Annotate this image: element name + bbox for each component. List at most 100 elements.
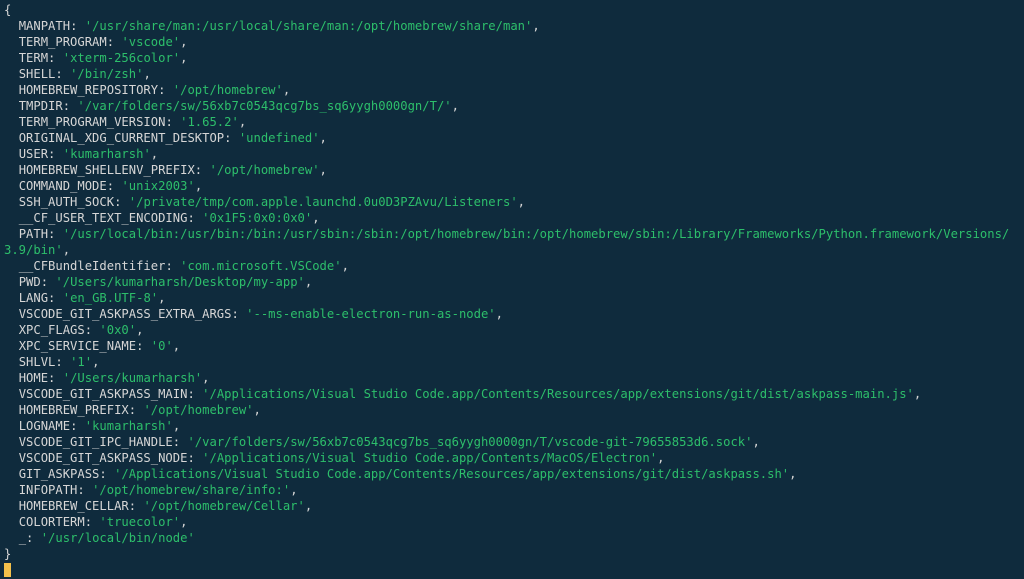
colon-sep: : bbox=[187, 451, 202, 465]
colon-sep: : bbox=[136, 339, 151, 353]
env-key: MANPATH bbox=[19, 19, 70, 33]
env-key: HOMEBREW_REPOSITORY bbox=[19, 83, 158, 97]
env-key: SHLVL bbox=[19, 355, 56, 369]
env-key: LANG bbox=[19, 291, 48, 305]
env-value: '1.65.2' bbox=[180, 115, 239, 129]
comma: , bbox=[320, 131, 327, 145]
comma: , bbox=[202, 371, 209, 385]
env-value: 'en_GB.UTF-8' bbox=[63, 291, 158, 305]
env-value: '/Applications/Visual Studio Code.app/Co… bbox=[202, 451, 657, 465]
env-value: '/usr/local/bin/node' bbox=[41, 531, 195, 545]
env-value: '0x0' bbox=[99, 323, 136, 337]
env-key: HOMEBREW_SHELLENV_PREFIX bbox=[19, 163, 195, 177]
colon-sep: : bbox=[129, 499, 144, 513]
env-key: PATH bbox=[19, 227, 48, 241]
colon-sep: : bbox=[231, 307, 246, 321]
comma: , bbox=[752, 435, 759, 449]
colon-sep: : bbox=[48, 227, 63, 241]
colon-sep: : bbox=[26, 531, 41, 545]
comma: , bbox=[290, 483, 297, 497]
env-value: '--ms-enable-electron-run-as-node' bbox=[246, 307, 495, 321]
env-value: '/opt/homebrew/Cellar' bbox=[143, 499, 304, 513]
env-value: '/opt/homebrew' bbox=[173, 83, 283, 97]
env-key: TERM bbox=[19, 51, 48, 65]
env-key: TERM_PROGRAM_VERSION bbox=[19, 115, 166, 129]
env-key: GIT_ASKPASS bbox=[19, 467, 100, 481]
env-key: ORIGINAL_XDG_CURRENT_DESKTOP bbox=[19, 131, 224, 145]
env-key: __CF_USER_TEXT_ENCODING bbox=[19, 211, 188, 225]
env-value: '/var/folders/sw/56xb7c0543qcg7bs_sq6yyg… bbox=[187, 435, 752, 449]
colon-sep: : bbox=[165, 259, 180, 273]
comma: , bbox=[254, 403, 261, 417]
env-value: '/opt/homebrew' bbox=[143, 403, 253, 417]
colon-sep: : bbox=[129, 403, 144, 417]
env-value: '0x1F5:0x0:0x0' bbox=[202, 211, 312, 225]
comma: , bbox=[136, 323, 143, 337]
env-key: SHELL bbox=[19, 67, 56, 81]
colon-sep: : bbox=[48, 51, 63, 65]
colon-sep: : bbox=[41, 275, 56, 289]
comma: , bbox=[305, 499, 312, 513]
comma: , bbox=[195, 179, 202, 193]
close-brace: } bbox=[4, 547, 11, 561]
env-entries-block: MANPATH: '/usr/share/man:/usr/local/shar… bbox=[4, 19, 1009, 545]
comma: , bbox=[342, 259, 349, 273]
comma: , bbox=[180, 515, 187, 529]
colon-sep: : bbox=[48, 147, 63, 161]
env-value: '/bin/zsh' bbox=[70, 67, 143, 81]
cursor-icon bbox=[4, 563, 11, 577]
env-key: PWD bbox=[19, 275, 41, 289]
colon-sep: : bbox=[48, 371, 63, 385]
env-key: XPC_SERVICE_NAME bbox=[19, 339, 136, 353]
env-value: '/private/tmp/com.apple.launchd.0u0D3PZA… bbox=[129, 195, 518, 209]
env-value: '/usr/local/bin:/usr/bin:/bin:/usr/sbin:… bbox=[4, 227, 1009, 257]
comma: , bbox=[789, 467, 796, 481]
env-key: HOMEBREW_PREFIX bbox=[19, 403, 129, 417]
env-value: 'truecolor' bbox=[99, 515, 180, 529]
env-value: '/Users/kumarharsh' bbox=[63, 371, 202, 385]
colon-sep: : bbox=[55, 355, 70, 369]
comma: , bbox=[305, 275, 312, 289]
env-value: '0' bbox=[151, 339, 173, 353]
colon-sep: : bbox=[173, 435, 188, 449]
comma: , bbox=[914, 387, 921, 401]
env-key: COMMAND_MODE bbox=[19, 179, 107, 193]
colon-sep: : bbox=[107, 35, 122, 49]
comma: , bbox=[518, 195, 525, 209]
env-value: 'kumarharsh' bbox=[85, 419, 173, 433]
terminal-output[interactable]: { MANPATH: '/usr/share/man:/usr/local/sh… bbox=[0, 0, 1024, 578]
env-value: '/Applications/Visual Studio Code.app/Co… bbox=[202, 387, 914, 401]
comma: , bbox=[239, 115, 246, 129]
comma: , bbox=[452, 99, 459, 113]
colon-sep: : bbox=[70, 19, 85, 33]
env-value: '/Users/kumarharsh/Desktop/my-app' bbox=[55, 275, 304, 289]
comma: , bbox=[657, 451, 664, 465]
env-key: VSCODE_GIT_ASKPASS_NODE bbox=[19, 451, 188, 465]
env-value: '/var/folders/sw/56xb7c0543qcg7bs_sq6yyg… bbox=[77, 99, 451, 113]
env-value: 'com.microsoft.VSCode' bbox=[180, 259, 341, 273]
comma: , bbox=[496, 307, 503, 321]
colon-sep: : bbox=[114, 195, 129, 209]
env-value: 'undefined' bbox=[239, 131, 320, 145]
env-key: __CFBundleIdentifier bbox=[19, 259, 166, 273]
env-value: '/Applications/Visual Studio Code.app/Co… bbox=[114, 467, 789, 481]
open-brace: { bbox=[4, 3, 11, 17]
comma: , bbox=[180, 35, 187, 49]
env-value: 'unix2003' bbox=[121, 179, 194, 193]
colon-sep: : bbox=[187, 211, 202, 225]
colon-sep: : bbox=[107, 179, 122, 193]
env-value: 'vscode' bbox=[121, 35, 180, 49]
env-key: TERM_PROGRAM bbox=[19, 35, 107, 49]
colon-sep: : bbox=[70, 419, 85, 433]
comma: , bbox=[143, 67, 150, 81]
colon-sep: : bbox=[165, 115, 180, 129]
colon-sep: : bbox=[85, 515, 100, 529]
env-key: SSH_AUTH_SOCK bbox=[19, 195, 114, 209]
comma: , bbox=[158, 291, 165, 305]
env-key: _ bbox=[19, 531, 26, 545]
env-key: USER bbox=[19, 147, 48, 161]
colon-sep: : bbox=[48, 291, 63, 305]
comma: , bbox=[532, 19, 539, 33]
env-value: '/opt/homebrew' bbox=[209, 163, 319, 177]
comma: , bbox=[320, 163, 327, 177]
